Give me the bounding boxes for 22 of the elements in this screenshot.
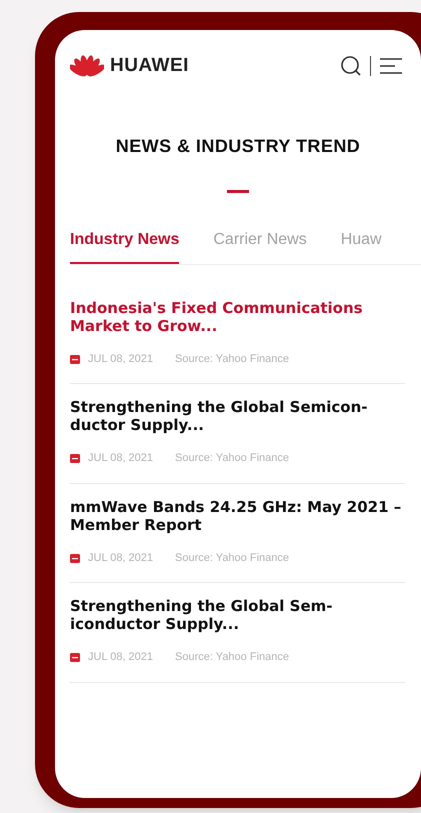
calendar-icon bbox=[70, 354, 80, 364]
article-title[interactable]: Strengthening the Global Semicon-ductor Supply... bbox=[70, 398, 405, 434]
brand-name: HUAWEI bbox=[110, 54, 189, 78]
article-source: Source: Yahoo Finance bbox=[175, 352, 289, 366]
calendar-icon bbox=[70, 552, 80, 563]
article-title[interactable]: Strengthening the Global Sem-iconductor Supply... bbox=[70, 597, 405, 633]
calendar-icon bbox=[70, 652, 80, 662]
article-title[interactable]: Indonesia's Fixed Communications Market to Grow... bbox=[70, 298, 405, 334]
article-source: Source: Yahoo Finance bbox=[175, 550, 289, 566]
section-title: NEWS & INDUSTRY TREND bbox=[114, 134, 362, 158]
article-date: JUL 08, 2021 bbox=[88, 451, 154, 466]
menu-icon[interactable] bbox=[379, 57, 403, 76]
article-source: Source: Yahoo Finance bbox=[175, 650, 289, 665]
article-date: JUL 08, 2021 bbox=[88, 650, 154, 665]
calendar-icon bbox=[70, 453, 80, 464]
news-tab[interactable]: Industry News bbox=[70, 228, 180, 264]
article-source: Source: Yahoo Finance bbox=[175, 451, 289, 466]
flower-logo-icon bbox=[70, 53, 104, 80]
search-icon[interactable] bbox=[340, 55, 362, 78]
article-date: JUL 08, 2021 bbox=[88, 550, 154, 566]
article-date: JUL 08, 2021 bbox=[88, 352, 154, 366]
article-title[interactable]: mmWave Bands 24.25 GHz: May 2021 – Member Report bbox=[70, 498, 405, 534]
